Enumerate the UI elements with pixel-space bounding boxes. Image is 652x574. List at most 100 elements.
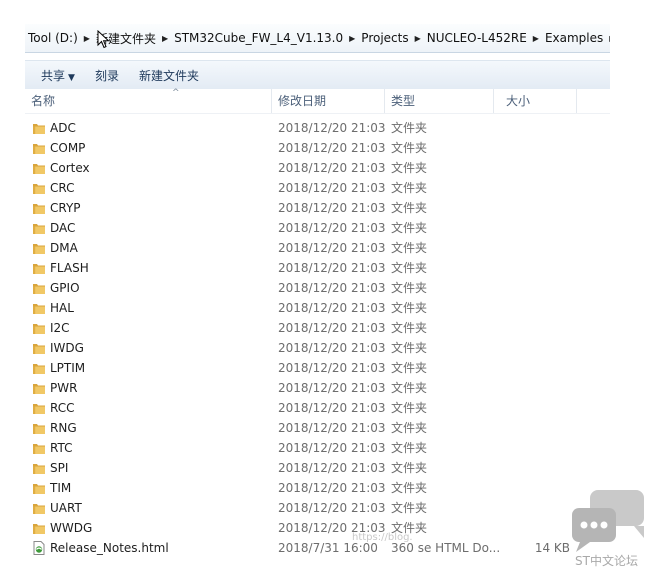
file-type: 文件夹 [391,481,428,495]
share-label: 共享 [41,68,66,83]
file-date: 2018/12/20 21:03 [278,401,386,415]
file-row[interactable]: UART 2018/12/20 21:03 文件夹 [25,498,610,518]
folder-icon [32,381,46,395]
breadcrumb-item[interactable]: Examples [542,31,606,45]
column-date-header[interactable]: 修改日期 [278,89,385,113]
chevron-right-icon[interactable]: ▶ [159,34,171,43]
file-row[interactable]: RTC 2018/12/20 21:03 文件夹 [25,438,610,458]
file-row[interactable]: PWR 2018/12/20 21:03 文件夹 [25,378,610,398]
file-date: 2018/12/20 21:03 [278,481,386,495]
file-type: 文件夹 [391,161,428,175]
file-name: Cortex [50,161,90,175]
file-date: 2018/12/20 21:03 [278,341,386,355]
column-type-header[interactable]: 类型 [391,89,494,113]
breadcrumb-item[interactable]: 新建文件夹 [93,30,159,47]
file-type: 文件夹 [391,141,428,155]
file-row[interactable]: DMA 2018/12/20 21:03 文件夹 [25,238,610,258]
file-type: 文件夹 [391,441,428,455]
file-type: 文件夹 [391,321,428,335]
file-date: 2018/12/20 21:03 [278,241,386,255]
file-name: GPIO [50,281,80,295]
file-name: TIM [50,481,72,495]
file-row[interactable]: SPI 2018/12/20 21:03 文件夹 [25,458,610,478]
file-name: CRC [50,181,75,195]
file-type: 文件夹 [391,461,428,475]
file-name: RCC [50,401,75,415]
folder-icon [32,501,46,515]
chevron-right-icon[interactable]: ▶ [606,34,610,43]
folder-icon [32,481,46,495]
file-name: I2C [50,321,70,335]
burn-button[interactable]: 刻录 [85,67,129,84]
new-folder-button[interactable]: 新建文件夹 [129,67,209,84]
folder-icon [32,421,46,435]
column-size-header[interactable]: 大小 [506,89,577,113]
chevron-right-icon[interactable]: ▶ [81,34,93,43]
file-row[interactable]: GPIO 2018/12/20 21:03 文件夹 [25,278,610,298]
file-name: SPI [50,461,69,475]
chevron-down-icon: ▼ [68,72,75,83]
file-row[interactable]: HAL 2018/12/20 21:03 文件夹 [25,298,610,318]
folder-icon [32,141,46,155]
folder-icon [32,161,46,175]
file-row[interactable]: CRYP 2018/12/20 21:03 文件夹 [25,198,610,218]
file-row[interactable]: I2C 2018/12/20 21:03 文件夹 [25,318,610,338]
file-type: 文件夹 [391,221,428,235]
file-type: 文件夹 [391,181,428,195]
file-row[interactable]: ADC 2018/12/20 21:03 文件夹 [25,118,610,138]
chevron-right-icon[interactable]: ▶ [346,34,358,43]
file-row[interactable]: IWDG 2018/12/20 21:03 文件夹 [25,338,610,358]
file-name: WWDG [50,521,93,535]
folder-icon [32,341,46,355]
column-name-header[interactable]: 名称 [31,89,272,113]
file-row[interactable]: Cortex 2018/12/20 21:03 文件夹 [25,158,610,178]
breadcrumb-item[interactable]: STM32Cube_FW_L4_V1.13.0 [171,31,346,45]
file-row[interactable]: TIM 2018/12/20 21:03 文件夹 [25,478,610,498]
file-type: 文件夹 [391,261,428,275]
breadcrumb-item[interactable]: NUCLEO-L452RE [424,31,530,45]
column-name-label: 名称 [31,94,56,108]
file-row[interactable]: FLASH 2018/12/20 21:03 文件夹 [25,258,610,278]
folder-icon [32,361,46,375]
folder-icon [32,221,46,235]
folder-icon [32,281,46,295]
breadcrumb-item[interactable]: Tool (D:) [25,31,81,45]
folder-icon [32,121,46,135]
file-name: DMA [50,241,78,255]
folder-icon [32,181,46,195]
file-row[interactable]: DAC 2018/12/20 21:03 文件夹 [25,218,610,238]
folder-icon [32,461,46,475]
file-name: HAL [50,301,74,315]
chevron-right-icon[interactable]: ▶ [412,34,424,43]
file-type: 文件夹 [391,361,428,375]
breadcrumb-item[interactable]: Projects [358,31,411,45]
logo-text: ST中文论坛 [575,554,638,568]
file-name: UART [50,501,82,515]
file-name: COMP [50,141,86,155]
file-row[interactable]: CRC 2018/12/20 21:03 文件夹 [25,178,610,198]
watermark: https://blog. [352,532,413,543]
file-date: 2018/12/20 21:03 [278,261,386,275]
file-type: 文件夹 [391,341,428,355]
column-date-label: 修改日期 [278,94,327,108]
file-date: 2018/12/20 21:03 [278,321,386,335]
file-name: RTC [50,441,73,455]
file-row[interactable]: LPTIM 2018/12/20 21:03 文件夹 [25,358,610,378]
chevron-right-icon[interactable]: ▶ [530,34,542,43]
file-name: PWR [50,381,78,395]
folder-icon [32,201,46,215]
file-name: IWDG [50,341,84,355]
file-type: 文件夹 [391,401,428,415]
folder-icon [32,401,46,415]
file-date: 2018/12/20 21:03 [278,221,386,235]
file-date: 2018/12/20 21:03 [278,441,386,455]
file-row[interactable]: RCC 2018/12/20 21:03 文件夹 [25,398,610,418]
file-row[interactable]: RNG 2018/12/20 21:03 文件夹 [25,418,610,438]
file-date: 2018/12/20 21:03 [278,501,386,515]
file-type: 文件夹 [391,201,428,215]
share-button[interactable]: 共享 ▼ [25,67,85,84]
address-bar[interactable]: Tool (D:) ▶ 新建文件夹 ▶ STM32Cube_FW_L4_V1.13.0 ▶… [25,24,610,53]
folder-icon [32,521,46,535]
file-row[interactable]: COMP 2018/12/20 21:03 文件夹 [25,138,610,158]
file-name: FLASH [50,261,89,275]
